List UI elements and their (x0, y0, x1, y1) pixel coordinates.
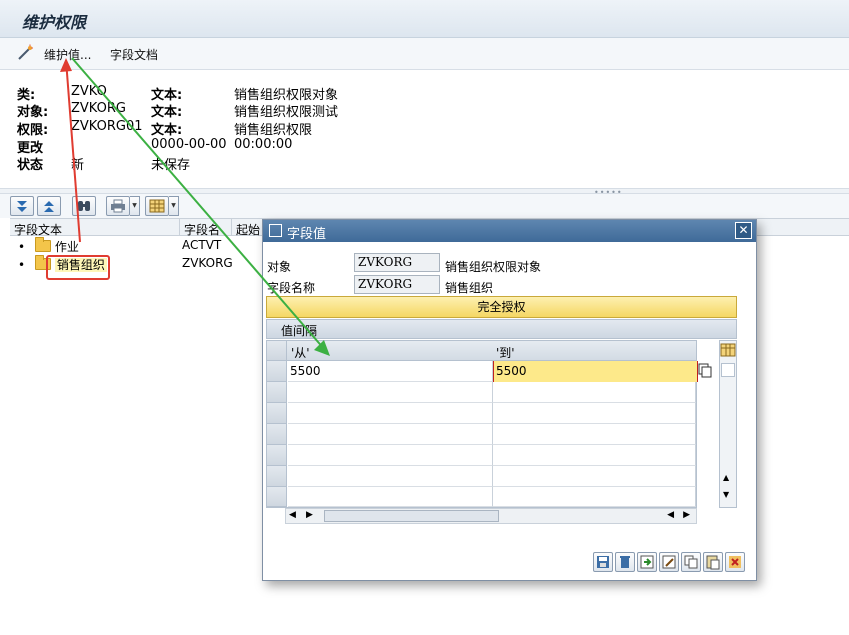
annotation-arrows (60, 57, 330, 356)
